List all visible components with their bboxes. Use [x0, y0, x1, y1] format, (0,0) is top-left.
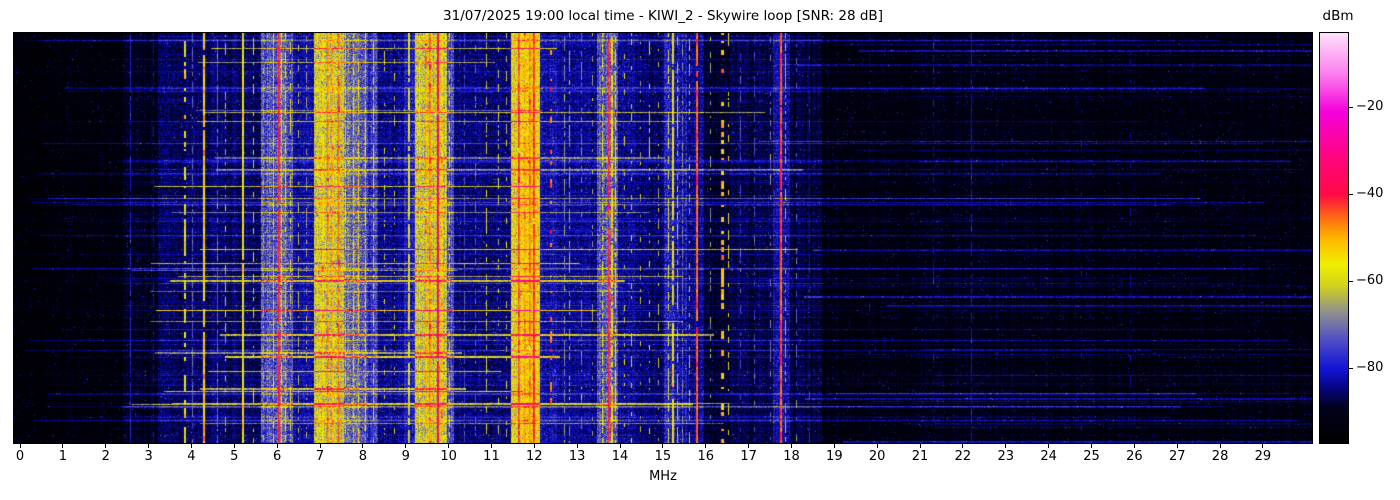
- colorbar: [1319, 32, 1349, 444]
- x-tick-label: 8: [358, 449, 368, 464]
- x-tick-label: 22: [954, 449, 972, 464]
- x-tick-mark: [705, 444, 707, 448]
- x-tick-label: 0: [15, 449, 25, 464]
- x-tick-mark: [62, 444, 64, 448]
- x-tick-mark: [276, 444, 278, 448]
- x-tick-label: 20: [868, 449, 886, 464]
- x-tick-mark: [1176, 444, 1178, 448]
- spectrogram-plot-area: [13, 32, 1313, 444]
- x-tick-label: 4: [187, 449, 196, 464]
- x-tick-mark: [19, 444, 21, 448]
- x-tick-mark: [448, 444, 450, 448]
- x-tick-mark: [919, 444, 921, 448]
- colorbar-tick-mark: [1349, 368, 1353, 370]
- x-tick-label: 21: [911, 449, 929, 464]
- x-tick-label: 15: [654, 449, 672, 464]
- x-tick-mark: [190, 444, 192, 448]
- x-tick-label: 16: [697, 449, 715, 464]
- spectrogram-canvas: [14, 33, 1312, 443]
- waterfall-figure: 31/07/2025 19:00 local time - KIWI_2 - S…: [0, 0, 1400, 500]
- colorbar-tick-mark: [1349, 106, 1353, 108]
- x-tick-mark: [619, 444, 621, 448]
- x-tick-mark: [833, 444, 835, 448]
- x-tick-label: 27: [1168, 449, 1186, 464]
- x-tick-mark: [105, 444, 107, 448]
- x-tick-mark: [533, 444, 535, 448]
- x-tick-mark: [962, 444, 964, 448]
- x-tick-mark: [490, 444, 492, 448]
- x-tick-label: 3: [144, 449, 153, 464]
- x-tick-label: 18: [783, 449, 800, 464]
- x-tick-label: 28: [1211, 449, 1229, 464]
- x-tick-label: 13: [568, 449, 586, 464]
- x-tick-label: 10: [440, 449, 457, 464]
- x-tick-mark: [233, 444, 235, 448]
- x-axis-label: MHz: [649, 469, 677, 484]
- x-tick-mark: [148, 444, 150, 448]
- x-tick-mark: [1262, 444, 1264, 448]
- x-tick-label: 9: [401, 449, 410, 464]
- colorbar-tick-mark: [1349, 193, 1353, 195]
- x-tick-mark: [662, 444, 664, 448]
- x-tick-label: 23: [997, 449, 1015, 464]
- x-tick-label: 26: [1126, 449, 1143, 464]
- x-tick-label: 1: [58, 449, 67, 464]
- colorbar-tick-label: −60: [1356, 273, 1384, 288]
- x-tick-mark: [1005, 444, 1007, 448]
- x-tick-mark: [362, 444, 364, 448]
- colorbar-tick-mark: [1349, 281, 1353, 282]
- x-tick-mark: [1133, 444, 1135, 448]
- x-tick-label: 2: [101, 449, 110, 464]
- x-tick-mark: [405, 444, 407, 448]
- page-title: 31/07/2025 19:00 local time - KIWI_2 - S…: [443, 8, 883, 24]
- x-tick-label: 5: [230, 449, 239, 464]
- x-tick-label: 24: [1040, 449, 1057, 464]
- x-tick-label: 12: [526, 449, 543, 464]
- colorbar-tick-label: −80: [1356, 360, 1384, 376]
- x-tick-label: 11: [483, 449, 500, 464]
- x-tick-label: 17: [740, 449, 757, 464]
- x-tick-label: 6: [273, 449, 282, 464]
- x-tick-mark: [1048, 444, 1050, 448]
- colorbar-canvas: [1320, 33, 1348, 443]
- x-tick-label: 7: [315, 449, 325, 464]
- x-tick-mark: [876, 444, 878, 448]
- x-tick-label: 19: [826, 449, 843, 464]
- x-tick-mark: [748, 444, 750, 448]
- x-tick-label: 29: [1254, 449, 1272, 464]
- colorbar-tick-label: −20: [1356, 98, 1384, 114]
- x-tick-label: 25: [1083, 449, 1100, 464]
- x-tick-mark: [1219, 444, 1221, 448]
- x-tick-label: 14: [611, 449, 629, 464]
- colorbar-unit-label: dBm: [1322, 8, 1354, 24]
- x-tick-mark: [319, 444, 321, 448]
- x-tick-mark: [576, 444, 578, 448]
- x-tick-mark: [790, 444, 792, 448]
- colorbar-tick-label: −40: [1356, 185, 1384, 201]
- x-tick-mark: [1091, 444, 1092, 448]
